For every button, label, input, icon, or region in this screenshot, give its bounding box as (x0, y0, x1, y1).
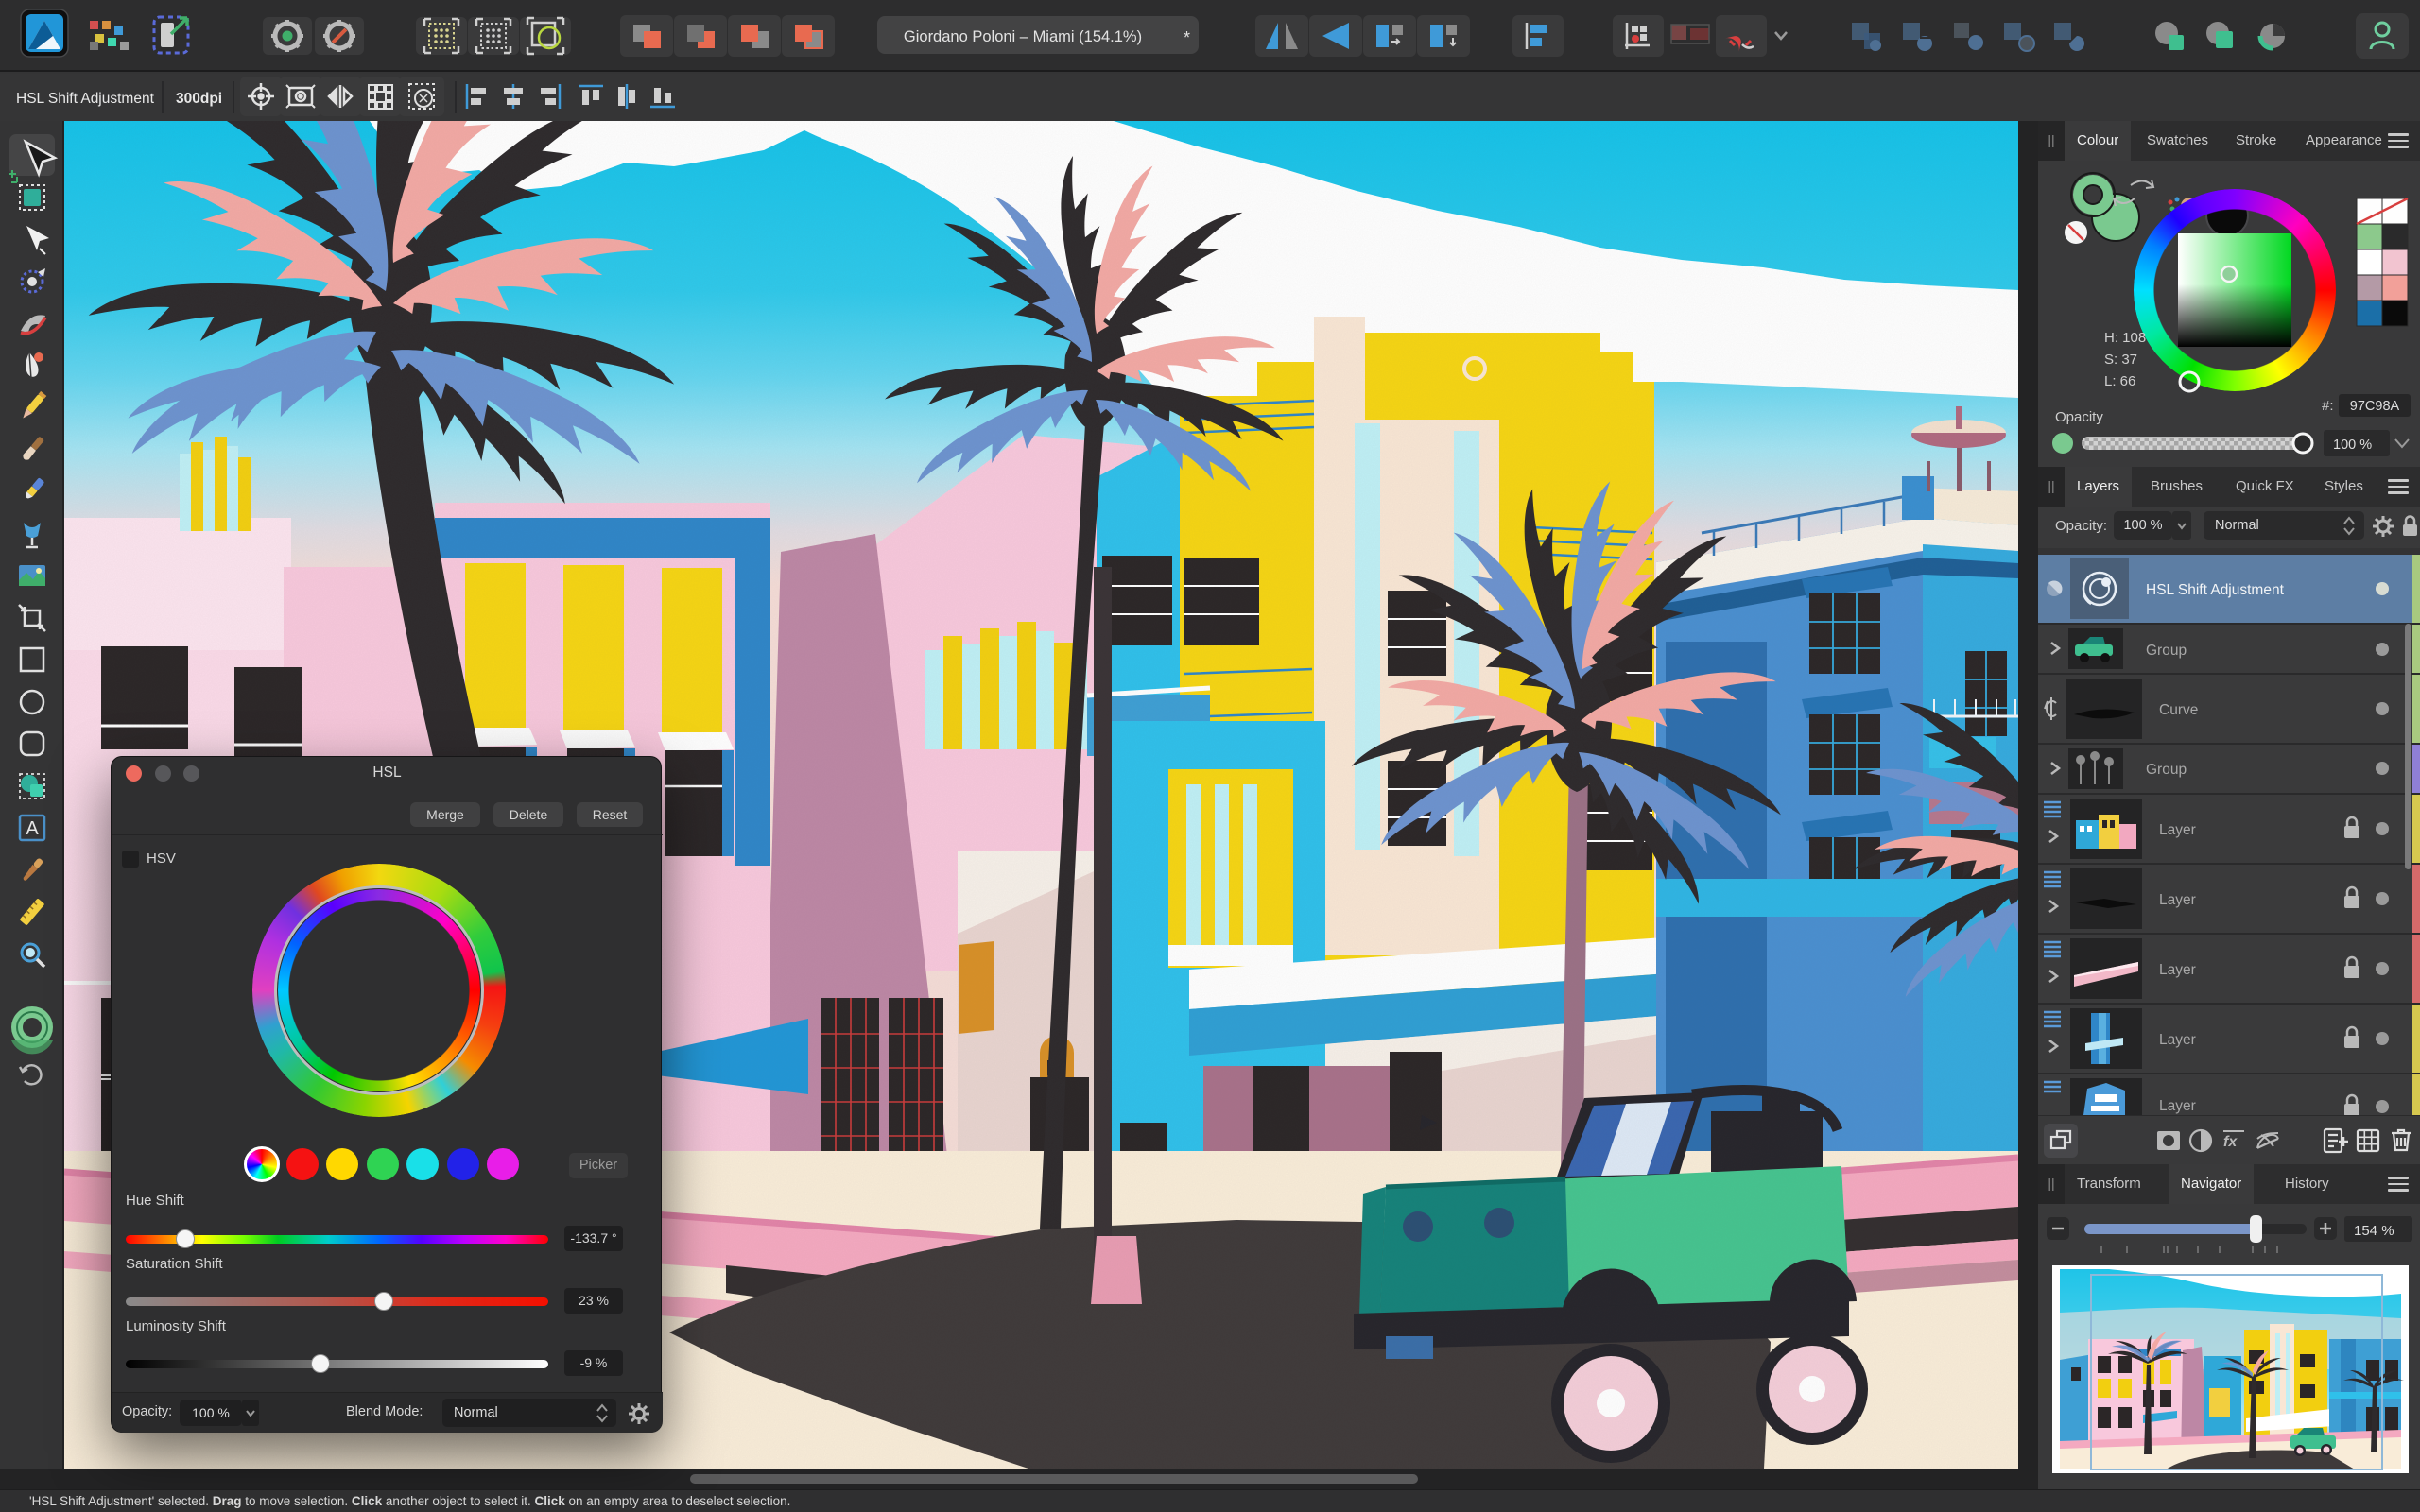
svg-text:L: 66: L: 66 (2104, 373, 2135, 389)
svg-text:Group: Group (2146, 643, 2187, 659)
svg-text:Layer: Layer (2159, 1098, 2196, 1114)
svg-text:HSL Shift Adjustment: HSL Shift Adjustment (16, 91, 155, 107)
svg-text:300dpi: 300dpi (176, 91, 222, 107)
svg-text:100 %: 100 % (2333, 438, 2372, 453)
svg-text:97C98A: 97C98A (2350, 399, 2400, 414)
svg-text:Layer: Layer (2159, 1032, 2196, 1048)
svg-text:Layer: Layer (2159, 822, 2196, 838)
svg-text:Opacity: Opacity (2055, 409, 2103, 425)
svg-text:fx: fx (2223, 1134, 2238, 1150)
svg-text:Layer: Layer (2159, 892, 2196, 908)
svg-text:Giordano Poloni – Miami (154.1: Giordano Poloni – Miami (154.1%) (904, 28, 1142, 45)
svg-text:Curve: Curve (2159, 702, 2198, 718)
svg-text:154 %: 154 % (2354, 1223, 2394, 1239)
svg-text:Group: Group (2146, 762, 2187, 778)
svg-text:*: * (1184, 28, 1190, 47)
svg-text:S: 37: S: 37 (2104, 352, 2137, 368)
svg-text:A: A (26, 818, 39, 839)
svg-text:#:: #: (2322, 398, 2334, 414)
svg-text:HSL Shift Adjustment: HSL Shift Adjustment (2146, 582, 2285, 598)
svg-text:Layer: Layer (2159, 962, 2196, 978)
svg-text:H: 108: H: 108 (2104, 330, 2146, 346)
